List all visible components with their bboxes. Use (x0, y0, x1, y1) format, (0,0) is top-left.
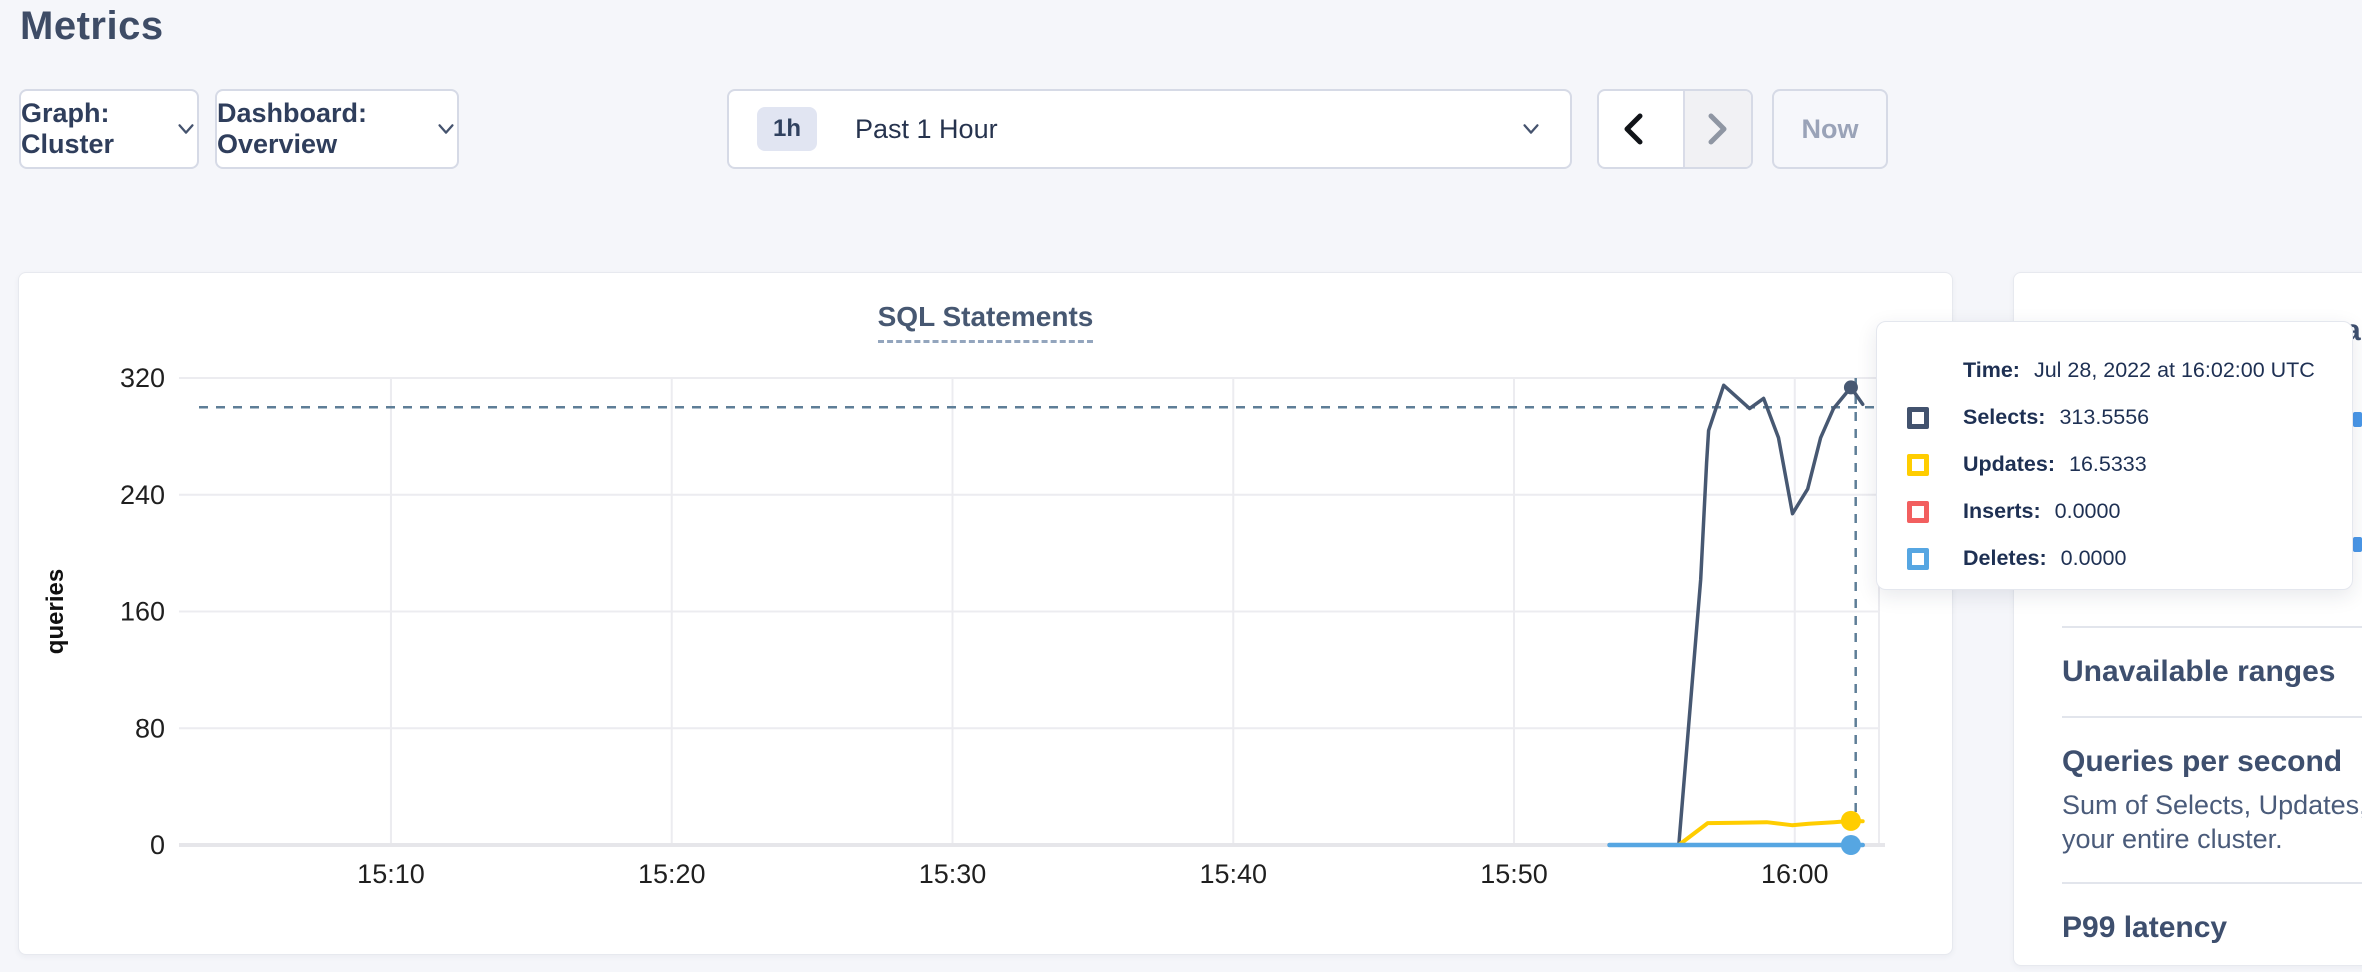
series-swatch-icon (1907, 407, 1929, 429)
tooltip-row-deletes: Deletes: 0.0000 (1907, 535, 2352, 582)
tooltip-time-value: Jul 28, 2022 at 16:02:00 UTC (2034, 358, 2315, 383)
tooltip-series-label: Inserts: (1963, 499, 2041, 524)
sql-statements-plot[interactable]: 0 80 160 240 320 15:10 15:20 15:30 15:40 15:50 16:… (19, 273, 1954, 956)
tooltip-series-value: 16.5333 (2069, 452, 2147, 477)
tooltip-series-label: Deletes: (1963, 546, 2047, 571)
x-tick-label: 15:30 (919, 859, 987, 889)
chevron-down-icon (1520, 118, 1542, 140)
y-tick-label: 0 (150, 830, 165, 860)
x-tick-label: 15:40 (1199, 859, 1267, 889)
x-tick-label: 15:20 (638, 859, 706, 889)
sidebar-section: P99 latency (2062, 882, 2362, 972)
y-tick-label: 80 (135, 713, 165, 743)
tooltip-row-inserts: Inserts: 0.0000 (1907, 488, 2352, 535)
y-tick-label: 240 (120, 480, 165, 510)
hover-dot-updates (1841, 811, 1861, 831)
tooltip-row-updates: Updates: 16.5333 (1907, 441, 2352, 488)
series-line-selects (1610, 385, 1863, 845)
y-tick-label: 320 (120, 363, 165, 393)
metrics-toolbar: Graph: Cluster Dashboard: Overview 1h Pa… (0, 89, 2362, 169)
chevron-down-icon (175, 118, 197, 140)
tooltip-series-label: Selects: (1963, 405, 2045, 430)
x-tick-label: 15:50 (1480, 859, 1548, 889)
time-window-badge: 1h (757, 107, 817, 151)
sidebar-section-heading: P99 latency (2062, 910, 2362, 946)
next-time-button[interactable] (1683, 91, 1751, 167)
sidebar-section: Queries per second Sum of Selects, Update… (2062, 716, 2362, 882)
tooltip-time-label: Time: (1963, 358, 2020, 383)
dashboard-dropdown[interactable]: Dashboard: Overview (215, 89, 459, 169)
graph-dropdown[interactable]: Graph: Cluster (19, 89, 199, 169)
sidebar-section-description: Sum of Selects, Updates, Inseryour entir… (2062, 788, 2362, 856)
sidebar-section-heading: Unavailable ranges (2062, 654, 2362, 690)
sidebar-clipped-link-fragment (2353, 537, 2362, 552)
page-title: Metrics (20, 4, 164, 49)
tooltip-time-row: Time: Jul 28, 2022 at 16:02:00 UTC (1907, 347, 2352, 394)
hover-dot-selects (1844, 380, 1858, 394)
hover-dot-deletes (1841, 835, 1861, 855)
sql-statements-chart-card: SQL Statements 08016024032015:1015:2015:… (18, 272, 1953, 955)
chevron-left-icon (1620, 112, 1646, 146)
graph-dropdown-label: Graph: Cluster (21, 98, 159, 160)
sidebar-section: Unavailable ranges (2062, 626, 2362, 716)
series-swatch-icon (1907, 548, 1929, 570)
time-window-label: Past 1 Hour (855, 114, 998, 145)
chevron-right-icon (1705, 112, 1731, 146)
sidebar-clipped-link-fragment (2353, 412, 2362, 427)
time-window-dropdown[interactable]: 1h Past 1 Hour (727, 89, 1572, 169)
tooltip-series-rows: Selects: 313.5556Updates: 16.5333 Inserts: 0… (1907, 394, 2352, 582)
series-line-updates (1610, 821, 1863, 845)
series-swatch-icon (1907, 454, 1929, 476)
previous-time-button[interactable] (1599, 91, 1667, 167)
y-tick-label: 160 (120, 597, 165, 627)
x-tick-label: 15:10 (357, 859, 425, 889)
tooltip-series-value: 313.5556 (2059, 405, 2149, 430)
now-button-label: Now (1802, 114, 1859, 145)
chevron-down-icon (435, 118, 457, 140)
series-swatch-icon (1907, 501, 1929, 523)
y-axis-label: queries (42, 569, 69, 654)
tooltip-series-value: 0.0000 (2055, 499, 2121, 524)
now-button[interactable]: Now (1772, 89, 1888, 169)
tooltip-series-value: 0.0000 (2061, 546, 2127, 571)
sidebar-section-heading: Queries per second (2062, 744, 2362, 780)
time-step-buttons (1597, 89, 1753, 169)
tooltip-series-label: Updates: (1963, 452, 2055, 477)
dashboard-dropdown-label: Dashboard: Overview (217, 98, 419, 160)
chart-hover-tooltip: Time: Jul 28, 2022 at 16:02:00 UTC Selec… (1876, 321, 2353, 590)
tooltip-row-selects: Selects: 313.5556 (1907, 394, 2352, 441)
x-tick-label: 16:00 (1761, 859, 1829, 889)
